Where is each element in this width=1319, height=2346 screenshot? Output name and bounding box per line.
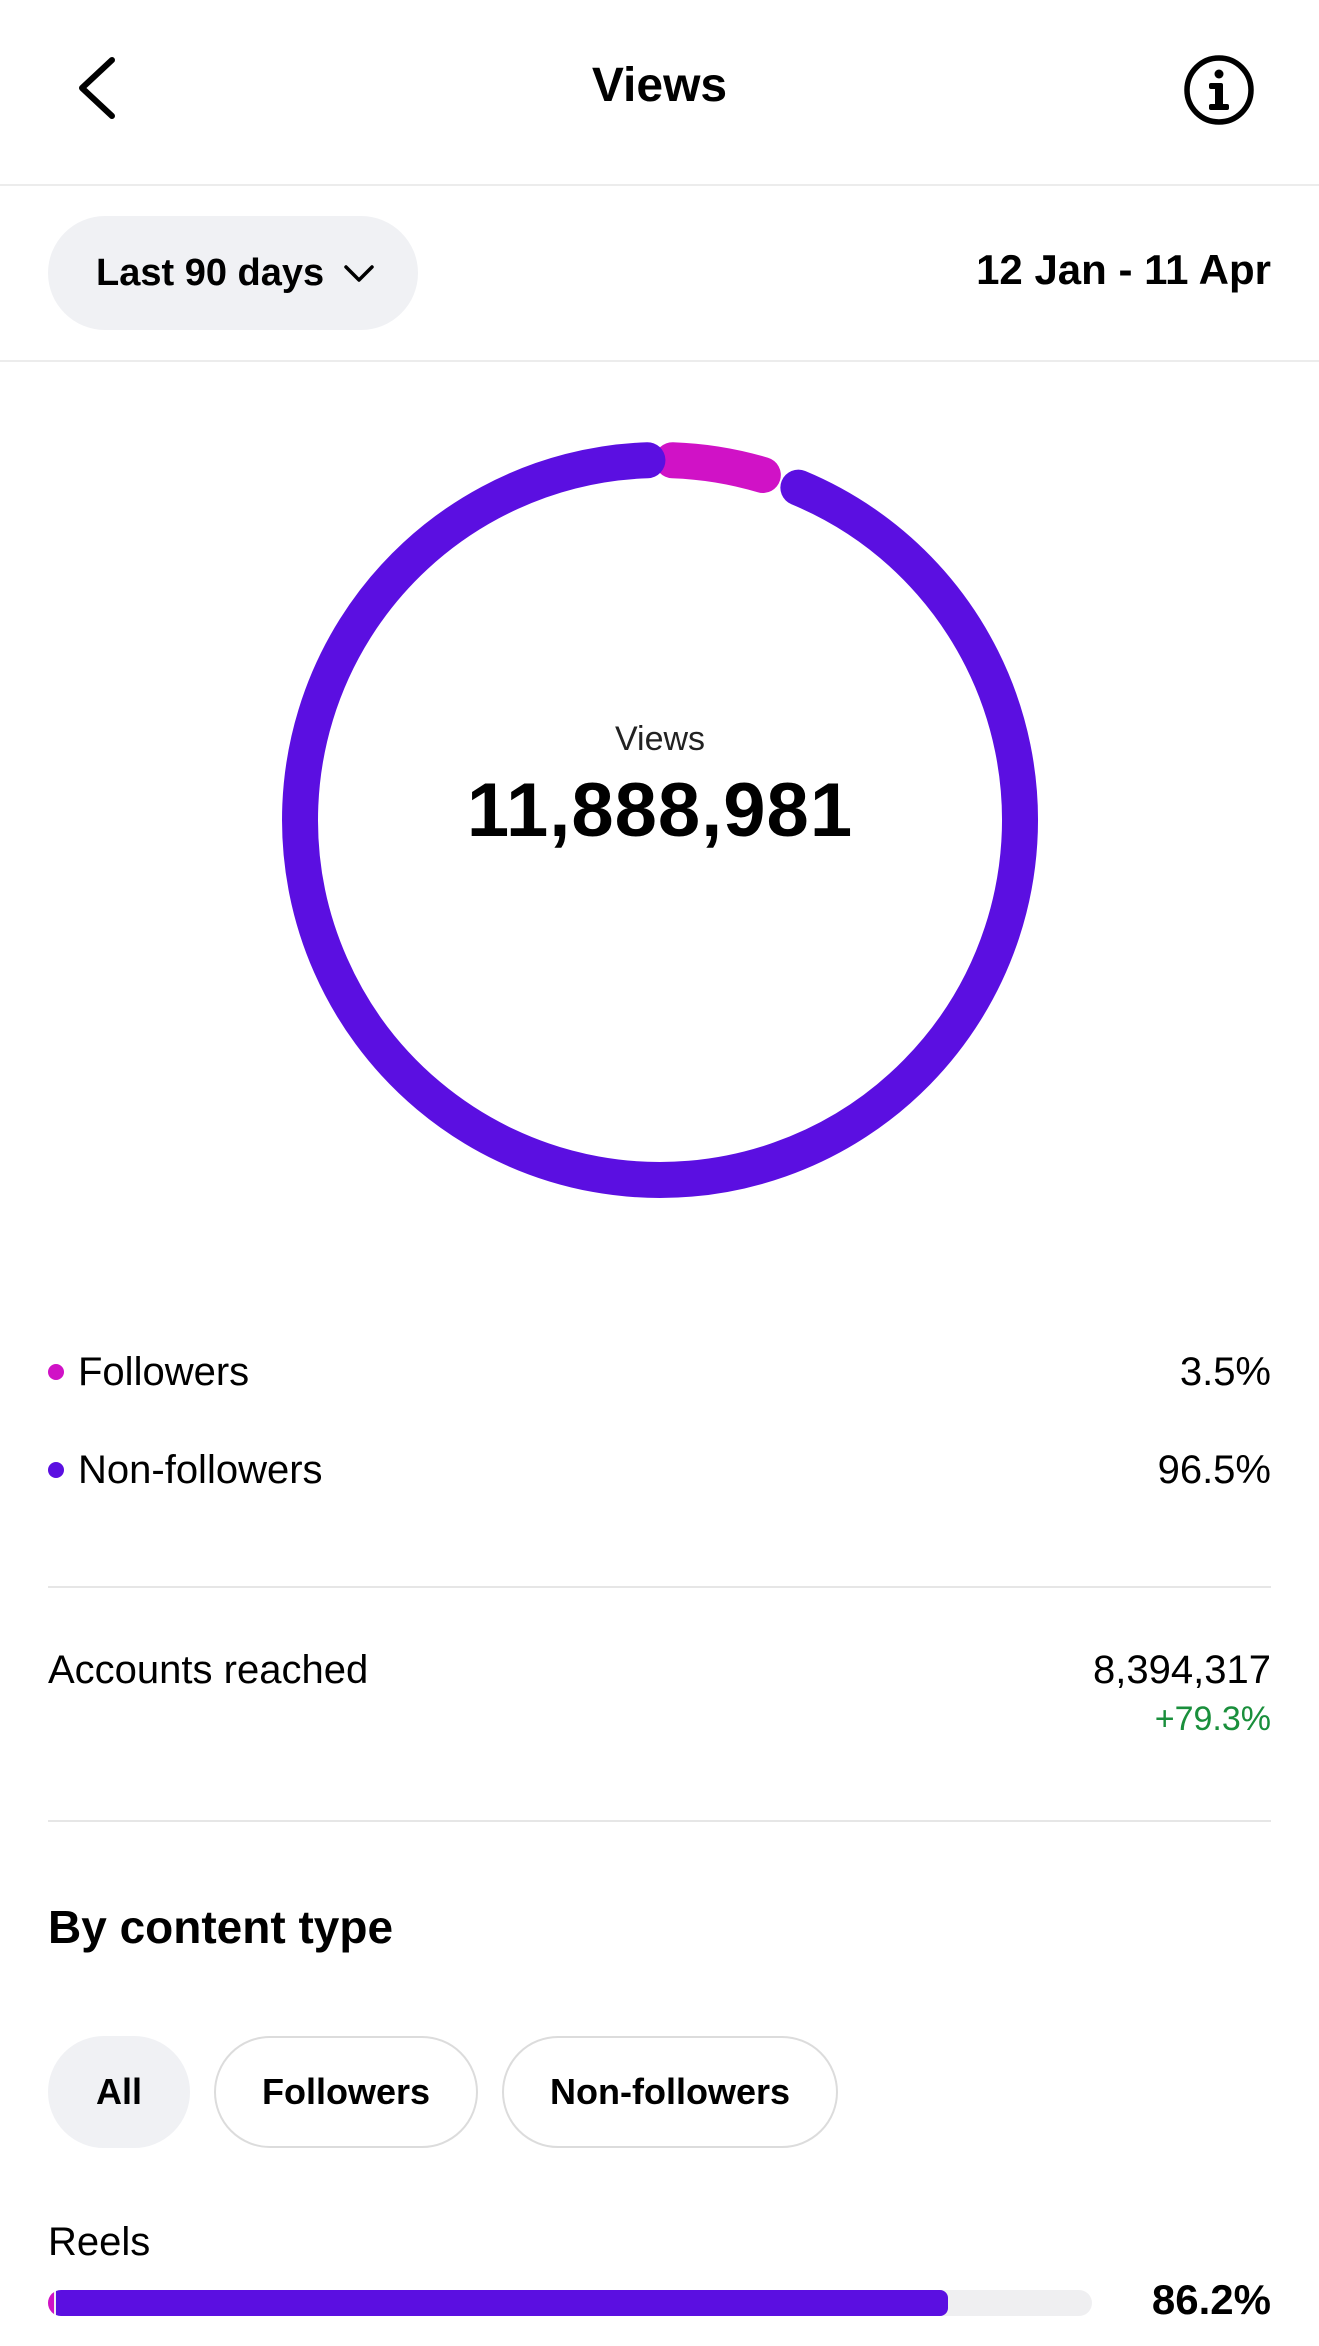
legend-non-followers-label: Non-followers: [78, 1447, 323, 1492]
chip-followers[interactable]: Followers: [214, 2036, 479, 2148]
reels-bar-followers: [48, 2290, 54, 2316]
info-button[interactable]: [1179, 50, 1259, 130]
legend-non-followers-value: 96.5%: [1157, 1447, 1271, 1492]
divider: [48, 1820, 1271, 1822]
chevron-down-icon: [344, 265, 374, 282]
section-title: By content type: [48, 1901, 394, 1953]
filter-row: Last 90 days 12 Jan - 11 Apr: [0, 186, 1319, 362]
chip-non-followers[interactable]: Non-followers: [502, 2036, 839, 2148]
legend-non-followers: Non-followers 96.5%: [48, 1440, 1271, 1500]
reels-bar-non-followers: [56, 2290, 948, 2316]
legend-followers: Followers 3.5%: [48, 1342, 1271, 1402]
total-views-value: 11,888,981: [466, 768, 854, 853]
date-range-dropdown-label: Last 90 days: [96, 251, 325, 294]
info-icon: [1184, 55, 1254, 125]
followers-dot: [48, 1364, 64, 1380]
followers-arc: [654, 442, 781, 493]
donut-label: Views: [614, 720, 706, 758]
donut-center: Views 11,888,981: [280, 720, 1040, 854]
legend-followers-value: 3.5%: [1179, 1349, 1271, 1394]
accounts-reached-row[interactable]: Accounts reached 8,394,317 +79.3%: [48, 1640, 1271, 1750]
chip-all[interactable]: All: [48, 2036, 191, 2148]
content-type-label: Reels: [48, 2220, 151, 2264]
views-donut-chart: Views 11,888,981: [280, 440, 1040, 1200]
accounts-reached-label: Accounts reached: [48, 1648, 369, 1692]
reels-bar: [48, 2290, 1092, 2316]
legend-followers-label: Followers: [78, 1349, 250, 1394]
content-type-value: 86.2%: [1151, 2276, 1271, 2323]
non-followers-dot: [48, 1462, 64, 1478]
top-bar: Views: [0, 0, 1319, 186]
date-range-text: 12 Jan - 11 Apr: [976, 246, 1271, 293]
date-range-dropdown[interactable]: Last 90 days: [48, 216, 418, 330]
page-title: Views: [591, 59, 728, 112]
divider: [48, 1586, 1271, 1588]
audience-filter-chips: All Followers Non-followers: [48, 2036, 839, 2148]
accounts-reached-change: +79.3%: [1154, 1700, 1271, 1738]
accounts-reached-value: 8,394,317: [1093, 1648, 1271, 1692]
